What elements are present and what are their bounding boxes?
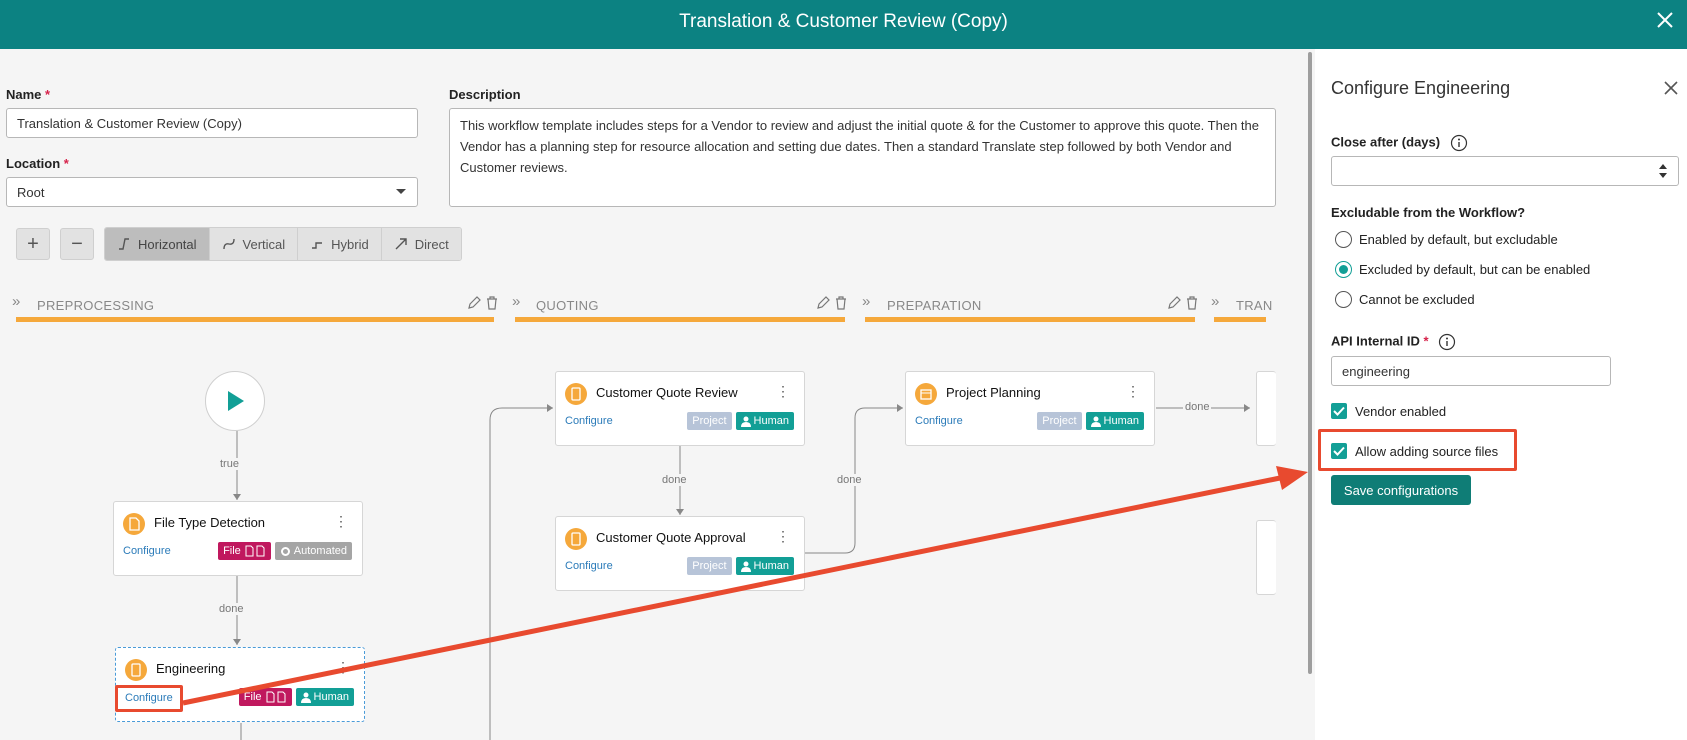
annotation-arrow xyxy=(182,466,1308,706)
